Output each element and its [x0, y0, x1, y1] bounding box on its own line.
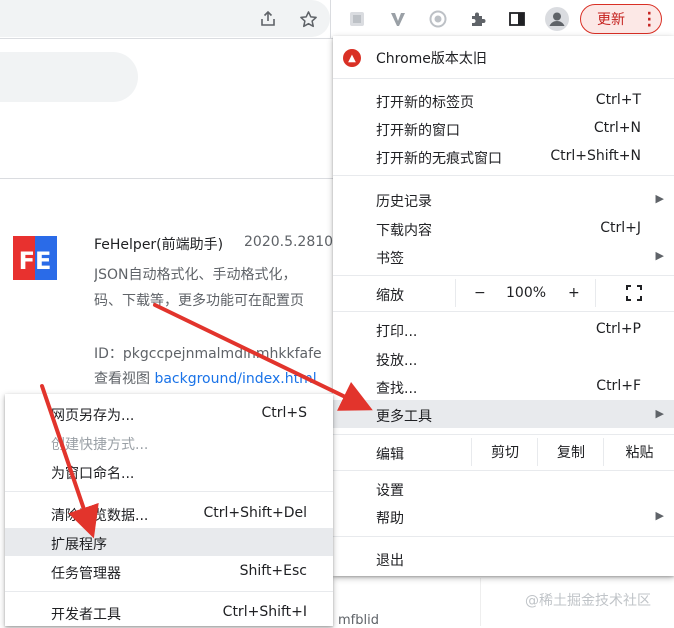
- menu-item-update-notice[interactable]: ▲ Chrome版本太旧: [333, 40, 674, 72]
- menu-item-help[interactable]: 帮助 ▶: [333, 502, 674, 530]
- cut-button[interactable]: 剪切: [471, 438, 538, 466]
- svg-text:FE: FE: [19, 247, 52, 275]
- submenu-item-dev-tools[interactable]: 开发者工具 Ctrl+Shift+I: [5, 598, 333, 626]
- ext-v-icon[interactable]: [384, 5, 412, 33]
- menu-item-label: 为窗口命名...: [51, 466, 135, 482]
- menu-item-label: 帮助: [376, 511, 404, 527]
- menu-item-label: 创建快捷方式...: [51, 437, 149, 453]
- more-tools-submenu: 网页另存为... Ctrl+S 创建快捷方式... 为窗口命名... 清除浏览数…: [5, 394, 333, 626]
- menu-item-label: 打开新的标签页: [376, 95, 474, 111]
- fullscreen-icon: [626, 285, 642, 301]
- browser-toolbar: 更新 · · ·: [0, 0, 674, 38]
- menu-item-shortcut: Ctrl+N: [593, 120, 641, 136]
- menu-item-shortcut: Ctrl+Shift+Del: [203, 505, 307, 521]
- menu-item-label: 下载内容: [376, 223, 432, 239]
- ext-gray-icon[interactable]: [343, 5, 371, 33]
- menu-item-shortcut: Ctrl+F: [596, 378, 641, 394]
- menu-item-label: 打印...: [376, 324, 418, 340]
- kebab-icon: · · ·: [646, 6, 652, 34]
- submenu-item-extensions[interactable]: 扩展程序: [5, 528, 333, 556]
- arrow-up-icon: ▲: [343, 49, 361, 67]
- menu-item-shortcut: Ctrl+T: [595, 92, 641, 108]
- menu-item-zoom: 缩放 − 100% +: [333, 279, 674, 307]
- profile-icon[interactable]: [543, 5, 571, 33]
- submenu-item-clear-data[interactable]: 清除浏览数据... Ctrl+Shift+Del: [5, 499, 333, 527]
- fehelper-logo-icon: FE: [13, 236, 57, 280]
- page-search-box[interactable]: [0, 52, 138, 102]
- menu-item-label: 查找...: [376, 381, 418, 397]
- menu-item-label: 退出: [376, 553, 404, 569]
- menu-item-edit: 编辑 剪切 复制 粘贴: [333, 438, 674, 466]
- menu-item-label: 打开新的无痕式窗口: [376, 151, 502, 167]
- extension-description-line1: JSON自动格式化、手动格式化，: [94, 267, 297, 283]
- extension-description-line2: 码、下载等，更多功能可在配置页: [94, 293, 304, 309]
- extension-view: 查看视图 background/index.html: [94, 368, 334, 388]
- menu-item-label: 扩展程序: [51, 537, 107, 553]
- ext-camera-icon[interactable]: [424, 5, 452, 33]
- menu-item-label: 历史记录: [376, 194, 432, 210]
- menu-item-shortcut: Shift+Esc: [239, 563, 307, 579]
- menu-item-shortcut: Ctrl+Shift+I: [222, 604, 307, 620]
- chevron-right-icon: ▶: [655, 407, 664, 420]
- menu-item-label: 编辑: [376, 447, 404, 463]
- menu-item-new-tab[interactable]: 打开新的标签页 Ctrl+T: [333, 86, 674, 114]
- menu-item-exit[interactable]: 退出: [333, 544, 674, 572]
- menu-item-label: 投放...: [376, 353, 418, 369]
- puzzle-icon[interactable]: [464, 5, 492, 33]
- menu-item-label: Chrome版本太旧: [376, 51, 487, 67]
- menu-item-find[interactable]: 查找... Ctrl+F: [333, 372, 674, 400]
- submenu-item-name-window[interactable]: 为窗口命名...: [5, 457, 333, 485]
- extension-id: ID：pkgccpejnmalmdinmhkkfafe: [94, 346, 322, 362]
- menu-item-shortcut: Ctrl+P: [595, 321, 641, 337]
- menu-item-label: 书签: [376, 251, 404, 267]
- extension-name: FeHelper(前端助手): [94, 237, 224, 253]
- menu-item-label: 更多工具: [376, 409, 432, 425]
- copy-button[interactable]: 复制: [537, 438, 604, 466]
- menu-item-settings[interactable]: 设置: [333, 474, 674, 502]
- submenu-item-create-shortcut: 创建快捷方式...: [5, 428, 333, 456]
- menu-item-label: 缩放: [376, 288, 404, 304]
- zoom-in-button[interactable]: +: [568, 285, 580, 301]
- menu-item-label: 设置: [376, 483, 404, 499]
- paste-button[interactable]: 粘贴: [603, 438, 674, 466]
- menu-item-incognito[interactable]: 打开新的无痕式窗口 Ctrl+Shift+N: [333, 142, 674, 170]
- chevron-right-icon: ▶: [655, 192, 664, 205]
- star-icon[interactable]: [294, 5, 322, 33]
- menu-item-label: 打开新的窗口: [376, 123, 460, 139]
- extension-version: 2020.5.2810: [244, 234, 334, 250]
- share-icon[interactable]: [254, 5, 282, 33]
- menu-item-label: 开发者工具: [51, 607, 121, 623]
- menu-item-more-tools[interactable]: 更多工具 ▶: [333, 400, 674, 428]
- update-label: 更新: [597, 12, 625, 28]
- menu-item-cast[interactable]: 投放...: [333, 344, 674, 372]
- zoom-level: 100%: [506, 285, 547, 301]
- toolbar-divider: [330, 0, 331, 38]
- update-button[interactable]: 更新 · · ·: [580, 4, 662, 34]
- fullscreen-button[interactable]: [595, 279, 674, 307]
- submenu-item-save-page[interactable]: 网页另存为... Ctrl+S: [5, 399, 333, 427]
- menu-item-label: 清除浏览数据...: [51, 508, 149, 524]
- watermark: @稀土掘金技术社区: [525, 593, 651, 609]
- extension-view-label: 查看视图: [94, 371, 150, 387]
- menu-item-shortcut: Ctrl+S: [261, 405, 307, 421]
- submenu-item-task-manager[interactable]: 任务管理器 Shift+Esc: [5, 557, 333, 585]
- menu-item-print[interactable]: 打印... Ctrl+P: [333, 315, 674, 343]
- menu-item-label: 任务管理器: [51, 566, 121, 582]
- menu-item-bookmarks[interactable]: 书签 ▶: [333, 242, 674, 270]
- chrome-main-menu: ▲ Chrome版本太旧 打开新的标签页 Ctrl+T 打开新的窗口 Ctrl+…: [333, 36, 674, 576]
- menu-item-shortcut: Ctrl+J: [600, 220, 641, 236]
- extension-view-link[interactable]: background/index.html: [154, 371, 316, 387]
- menu-item-new-window[interactable]: 打开新的窗口 Ctrl+N: [333, 114, 674, 142]
- menu-item-label: 网页另存为...: [51, 408, 135, 424]
- chevron-right-icon: ▶: [655, 509, 664, 522]
- menu-item-shortcut: Ctrl+Shift+N: [550, 148, 641, 164]
- sidepanel-icon[interactable]: [503, 5, 531, 33]
- zoom-controls: − 100% +: [455, 279, 596, 307]
- zoom-out-button[interactable]: −: [474, 285, 486, 301]
- menu-item-history[interactable]: 历史记录 ▶: [333, 185, 674, 213]
- page-divider: [0, 178, 335, 179]
- chevron-right-icon: ▶: [655, 249, 664, 262]
- menu-item-downloads[interactable]: 下载内容 Ctrl+J: [333, 214, 674, 242]
- extension-description: JSON自动格式化、手动格式化， 码、下载等，更多功能可在配置页: [94, 262, 339, 314]
